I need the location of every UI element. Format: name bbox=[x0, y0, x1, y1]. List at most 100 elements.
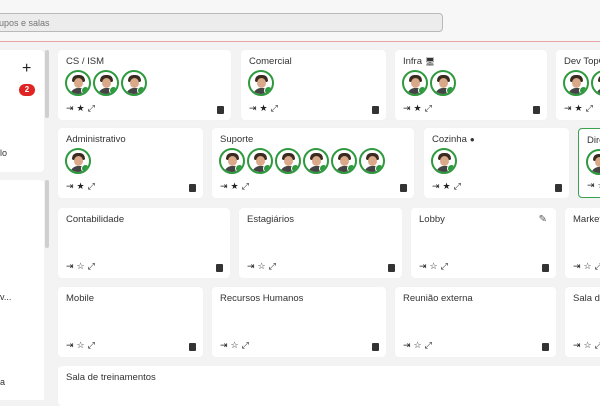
avatar[interactable] bbox=[359, 148, 385, 174]
avatar[interactable] bbox=[275, 148, 301, 174]
avatar[interactable] bbox=[331, 148, 357, 174]
room-card-marketi[interactable]: Marketi ⇥☆⤢ bbox=[565, 208, 600, 278]
star-empty-icon[interactable]: ☆ bbox=[77, 261, 88, 271]
room-card-comercial[interactable]: Comercial ⇥★⤢ bbox=[241, 50, 386, 120]
star-filled-icon[interactable]: ★ bbox=[443, 181, 454, 191]
sidebar-scrollbar-bottom[interactable] bbox=[45, 180, 49, 248]
document-icon[interactable] bbox=[372, 343, 379, 351]
room-actions[interactable]: ⇥★⤢ bbox=[66, 181, 98, 192]
enter-room-icon[interactable]: ⇥ bbox=[66, 103, 77, 113]
sidebar-text-2[interactable]: v... bbox=[0, 292, 11, 302]
document-icon[interactable] bbox=[533, 106, 540, 114]
room-card-mobile[interactable]: Mobile ⇥☆⤢ bbox=[58, 287, 203, 357]
enter-room-icon[interactable]: ⇥ bbox=[66, 181, 77, 191]
enter-room-icon[interactable]: ⇥ bbox=[66, 261, 77, 271]
document-icon[interactable] bbox=[216, 264, 223, 272]
room-actions[interactable]: ⇥★⤢ bbox=[249, 103, 281, 114]
room-actions[interactable]: ⇥☆⤢ bbox=[247, 261, 279, 272]
enter-room-icon[interactable]: ⇥ bbox=[564, 103, 575, 113]
enter-room-icon[interactable]: ⇥ bbox=[66, 340, 77, 350]
expand-icon[interactable]: ⤢ bbox=[88, 340, 98, 350]
room-actions[interactable]: ⇥☆⤢ bbox=[403, 340, 435, 351]
avatar[interactable] bbox=[591, 70, 600, 96]
star-filled-icon[interactable]: ★ bbox=[231, 181, 242, 191]
room-card-rh[interactable]: Recursos Humanos ⇥☆⤢ bbox=[212, 287, 386, 357]
enter-room-icon[interactable]: ⇥ bbox=[220, 181, 231, 191]
star-empty-icon[interactable]: ☆ bbox=[584, 340, 595, 350]
expand-icon[interactable]: ⤢ bbox=[454, 181, 464, 191]
room-card-contabilidade[interactable]: Contabilidade ⇥☆⤢ bbox=[58, 208, 230, 278]
star-empty-icon[interactable]: ☆ bbox=[584, 261, 595, 271]
expand-icon[interactable]: ⤢ bbox=[441, 261, 451, 271]
room-card-dev[interactable]: Dev TopGe ⇥★⤢ bbox=[556, 50, 600, 120]
room-actions[interactable]: ⇥★⤢ bbox=[403, 103, 435, 114]
avatar[interactable] bbox=[402, 70, 428, 96]
room-card-reuniao[interactable]: Reunião externa ⇥☆⤢ bbox=[395, 287, 556, 357]
avatar[interactable] bbox=[247, 148, 273, 174]
room-actions[interactable]: ⇥☆⤢ bbox=[220, 340, 252, 351]
avatar[interactable] bbox=[121, 70, 147, 96]
expand-icon[interactable]: ⤢ bbox=[242, 181, 252, 191]
enter-room-icon[interactable]: ⇥ bbox=[403, 340, 414, 350]
enter-room-icon[interactable]: ⇥ bbox=[403, 103, 414, 113]
room-card-cs-ism[interactable]: CS / ISM ⇥★⤢ bbox=[58, 50, 231, 120]
star-filled-icon[interactable]: ★ bbox=[260, 103, 271, 113]
star-empty-icon[interactable]: ☆ bbox=[231, 340, 242, 350]
avatar[interactable] bbox=[65, 70, 91, 96]
enter-room-icon[interactable]: ⇥ bbox=[573, 340, 584, 350]
expand-icon[interactable]: ⤢ bbox=[425, 103, 435, 113]
enter-room-icon[interactable]: ⇥ bbox=[587, 180, 598, 190]
edit-icon[interactable]: ✎ bbox=[539, 214, 547, 225]
expand-icon[interactable]: ⤢ bbox=[88, 181, 98, 191]
room-card-estagiarios[interactable]: Estagiários ⇥☆⤢ bbox=[239, 208, 402, 278]
expand-icon[interactable]: ⤢ bbox=[242, 340, 252, 350]
document-icon[interactable] bbox=[542, 343, 549, 351]
star-empty-icon[interactable]: ☆ bbox=[77, 340, 88, 350]
room-card-treinamentos[interactable]: Sala de treinamentos bbox=[58, 366, 600, 406]
room-card-cozinha[interactable]: Cozinha ● ⇥★⤢ bbox=[424, 128, 569, 198]
document-icon[interactable] bbox=[400, 184, 407, 192]
room-actions[interactable]: ⇥★⤢ bbox=[432, 181, 464, 192]
room-actions[interactable]: ⇥☆⤢ bbox=[587, 180, 600, 191]
room-actions[interactable]: ⇥☆⤢ bbox=[573, 340, 600, 351]
star-filled-icon[interactable]: ★ bbox=[77, 103, 88, 113]
star-empty-icon[interactable]: ☆ bbox=[430, 261, 441, 271]
sidebar-text-3[interactable]: a bbox=[0, 377, 5, 387]
room-card-lobby[interactable]: Lobby ⇥☆⤢ ✎ bbox=[411, 208, 556, 278]
enter-room-icon[interactable]: ⇥ bbox=[419, 261, 430, 271]
expand-icon[interactable]: ⤢ bbox=[425, 340, 435, 350]
sidebar-scrollbar-top[interactable] bbox=[45, 50, 49, 118]
room-actions[interactable]: ⇥☆⤢ bbox=[66, 261, 98, 272]
room-actions[interactable]: ⇥★⤢ bbox=[66, 103, 98, 114]
avatar[interactable] bbox=[65, 148, 91, 174]
avatar[interactable] bbox=[303, 148, 329, 174]
star-filled-icon[interactable]: ★ bbox=[414, 103, 425, 113]
room-card-suporte[interactable]: Suporte ⇥★⤢ bbox=[212, 128, 414, 198]
expand-icon[interactable]: ⤢ bbox=[595, 340, 600, 350]
avatar[interactable] bbox=[219, 148, 245, 174]
enter-room-icon[interactable]: ⇥ bbox=[573, 261, 584, 271]
room-actions[interactable]: ⇥☆⤢ bbox=[66, 340, 98, 351]
sidebar-text-1[interactable]: lo bbox=[0, 148, 7, 158]
star-empty-icon[interactable]: ☆ bbox=[414, 340, 425, 350]
room-card-administrativo[interactable]: Administrativo ⇥★⤢ bbox=[58, 128, 203, 198]
avatar[interactable] bbox=[430, 70, 456, 96]
star-empty-icon[interactable]: ☆ bbox=[258, 261, 269, 271]
room-card-dire[interactable]: Dire ⇥☆⤢ bbox=[578, 128, 600, 198]
document-icon[interactable] bbox=[189, 343, 196, 351]
expand-icon[interactable]: ⤢ bbox=[88, 261, 98, 271]
enter-room-icon[interactable]: ⇥ bbox=[247, 261, 258, 271]
avatar[interactable] bbox=[586, 149, 600, 175]
avatar[interactable] bbox=[93, 70, 119, 96]
room-card-sala-d[interactable]: Sala de ⇥☆⤢ bbox=[565, 287, 600, 357]
avatar[interactable] bbox=[248, 70, 274, 96]
enter-room-icon[interactable]: ⇥ bbox=[220, 340, 231, 350]
room-actions[interactable]: ⇥★⤢ bbox=[564, 103, 596, 114]
expand-icon[interactable]: ⤢ bbox=[271, 103, 281, 113]
add-icon[interactable]: + bbox=[22, 61, 31, 77]
document-icon[interactable] bbox=[542, 264, 549, 272]
document-icon[interactable] bbox=[189, 184, 196, 192]
expand-icon[interactable]: ⤢ bbox=[269, 261, 279, 271]
room-actions[interactable]: ⇥☆⤢ bbox=[419, 261, 451, 272]
room-actions[interactable]: ⇥★⤢ bbox=[220, 181, 252, 192]
